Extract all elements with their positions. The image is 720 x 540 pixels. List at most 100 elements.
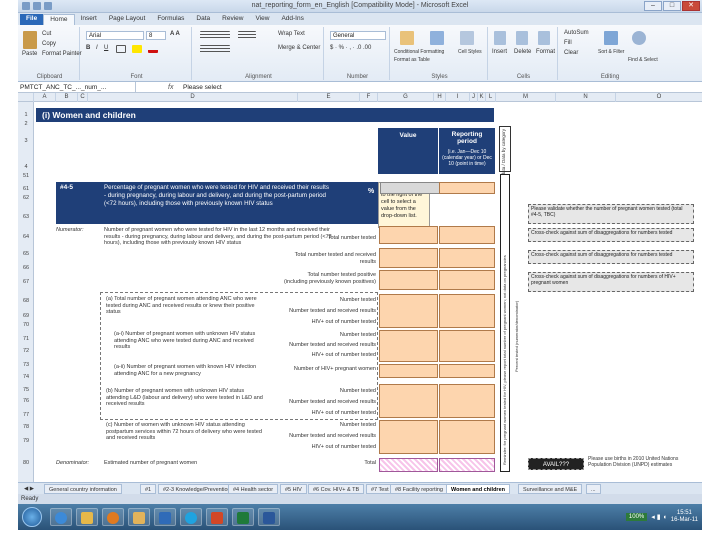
row-number[interactable]: 65 bbox=[18, 251, 34, 257]
row-number[interactable]: 79 bbox=[18, 438, 34, 444]
explorer-icon[interactable] bbox=[76, 508, 98, 526]
hand-app-icon[interactable] bbox=[128, 508, 150, 526]
merge-center-button[interactable]: Merge & Center bbox=[278, 45, 320, 51]
skype-icon[interactable] bbox=[180, 508, 202, 526]
sheet-tab[interactable]: Surveillance and M&E bbox=[518, 484, 583, 494]
column-header[interactable]: F bbox=[360, 93, 378, 102]
row-number[interactable]: 67 bbox=[18, 279, 34, 285]
tab-insert[interactable]: Insert bbox=[75, 14, 103, 25]
insert-cells-icon[interactable] bbox=[494, 31, 506, 45]
fill-button[interactable]: Fill bbox=[564, 40, 572, 46]
sub-a-ii-value-cell[interactable] bbox=[379, 364, 438, 378]
row-number[interactable]: 71 bbox=[18, 336, 34, 342]
font-name-select[interactable]: Arial bbox=[86, 31, 144, 40]
sub-a-value-cell[interactable] bbox=[379, 294, 438, 328]
row-number[interactable]: 62 bbox=[18, 195, 34, 201]
format-as-table-icon[interactable] bbox=[430, 31, 444, 45]
row-number[interactable]: 2 bbox=[18, 121, 34, 127]
row-number[interactable]: 70 bbox=[18, 322, 34, 328]
sheet-tab[interactable]: #1 bbox=[140, 484, 157, 494]
row-number[interactable]: 69 bbox=[18, 313, 34, 319]
conditional-formatting-button[interactable]: Conditional Formatting bbox=[394, 49, 444, 55]
row-number[interactable]: 75 bbox=[18, 387, 34, 393]
insert-button[interactable]: Insert bbox=[492, 49, 507, 55]
fx-icon[interactable]: fx bbox=[168, 82, 173, 93]
format-painter-button[interactable]: Format Painter bbox=[42, 51, 82, 57]
column-header[interactable]: L bbox=[486, 93, 496, 102]
tab-formulas[interactable]: Formulas bbox=[151, 14, 190, 25]
column-header[interactable]: J bbox=[470, 93, 478, 102]
column-header[interactable]: B bbox=[56, 93, 78, 102]
row-number[interactable]: 73 bbox=[18, 362, 34, 368]
name-box[interactable]: PMTCT_ANC_TC_..._num_... bbox=[18, 82, 136, 93]
column-header[interactable]: G bbox=[378, 93, 434, 102]
tab-review[interactable]: Review bbox=[216, 14, 249, 25]
zoom-indicator[interactable]: 100% bbox=[625, 513, 648, 521]
sheet-tab[interactable]: #2-3 Knowledge/Prevention bbox=[158, 484, 236, 494]
sheet-tab[interactable]: General country information bbox=[44, 484, 122, 494]
word-icon[interactable] bbox=[258, 508, 280, 526]
powerpoint-icon[interactable] bbox=[206, 508, 228, 526]
total-received-value-cell[interactable] bbox=[379, 248, 438, 268]
format-as-table-button[interactable]: Format as Table bbox=[394, 57, 430, 63]
sheet-tab[interactable]: #8 Facility reporting bbox=[390, 484, 448, 494]
row-number[interactable]: 76 bbox=[18, 398, 34, 404]
column-header[interactable]: H bbox=[434, 93, 446, 102]
tray-icons[interactable]: ◂ ▮ ◖ bbox=[651, 513, 666, 521]
find-select-button[interactable]: Find & Select bbox=[628, 57, 658, 63]
media-player-icon[interactable] bbox=[102, 508, 124, 526]
sheet-tab[interactable]: #5 HIV bbox=[280, 484, 307, 494]
column-header[interactable]: D bbox=[88, 93, 298, 102]
maximize-button[interactable]: □ bbox=[663, 1, 681, 11]
tab-scroll-icons[interactable]: ◀ ▶ bbox=[20, 484, 38, 494]
bold-button[interactable]: B bbox=[86, 45, 90, 51]
format-cells-icon[interactable] bbox=[538, 31, 550, 45]
row-number[interactable]: 64 bbox=[18, 234, 34, 240]
close-button[interactable]: ✕ bbox=[682, 1, 700, 11]
row-number[interactable]: 51 bbox=[18, 173, 34, 179]
percent-value-cell[interactable] bbox=[380, 182, 440, 194]
row-number[interactable]: 78 bbox=[18, 424, 34, 430]
total-positive-value-cell[interactable] bbox=[379, 270, 438, 290]
row-number[interactable]: 80 bbox=[18, 460, 34, 466]
ie-icon[interactable] bbox=[50, 508, 72, 526]
column-header[interactable]: I bbox=[446, 93, 470, 102]
tab-page-layout[interactable]: Page Layout bbox=[103, 14, 152, 25]
tab-file[interactable]: File bbox=[20, 14, 44, 25]
delete-button[interactable]: Delete bbox=[514, 49, 531, 55]
font-size-select[interactable]: 8 bbox=[146, 31, 166, 40]
tab-view[interactable]: View bbox=[249, 14, 275, 25]
sub-b-period-cell[interactable] bbox=[439, 384, 495, 418]
row-number[interactable]: 61 bbox=[18, 186, 34, 192]
sub-a-ii-period-cell[interactable] bbox=[439, 364, 495, 378]
fill-color-icon[interactable] bbox=[132, 45, 142, 53]
sub-a-period-cell[interactable] bbox=[439, 294, 495, 328]
sheet-tab[interactable]: ... bbox=[586, 484, 601, 494]
cell-styles-icon[interactable] bbox=[460, 31, 474, 45]
formula-input[interactable]: Please select bbox=[183, 82, 222, 93]
outlook-icon[interactable] bbox=[154, 508, 176, 526]
sheet-tab[interactable]: #4 Health sector bbox=[228, 484, 279, 494]
tab-home[interactable]: Home bbox=[43, 14, 75, 25]
row-number[interactable]: 66 bbox=[18, 265, 34, 271]
paste-button[interactable]: Paste bbox=[22, 51, 37, 57]
row-number[interactable]: 63 bbox=[18, 214, 34, 220]
total-tested-period-cell[interactable] bbox=[439, 226, 495, 244]
row-number[interactable]: 68 bbox=[18, 298, 34, 304]
find-select-icon[interactable] bbox=[632, 31, 646, 45]
borders-icon[interactable] bbox=[116, 45, 126, 53]
total-tested-value-cell[interactable] bbox=[379, 226, 438, 244]
number-format-icons[interactable]: $ · % · , · .0 .00 bbox=[330, 45, 371, 51]
column-header[interactable]: C bbox=[78, 93, 88, 102]
tab-data[interactable]: Data bbox=[190, 14, 216, 25]
row-number[interactable]: 77 bbox=[18, 412, 34, 418]
sub-c-period-cell[interactable] bbox=[439, 420, 495, 454]
tab-add-ins[interactable]: Add-Ins bbox=[275, 14, 309, 25]
align-left-icon[interactable] bbox=[200, 45, 230, 53]
column-header[interactable]: E bbox=[298, 93, 360, 102]
clock[interactable]: 15:51 16-Mar-11 bbox=[671, 510, 698, 524]
copy-button[interactable]: Copy bbox=[42, 41, 56, 47]
sub-c-value-cell[interactable] bbox=[379, 420, 438, 454]
sub-a-i-value-cell[interactable] bbox=[379, 330, 438, 362]
denominator-value-cell[interactable] bbox=[379, 458, 438, 472]
